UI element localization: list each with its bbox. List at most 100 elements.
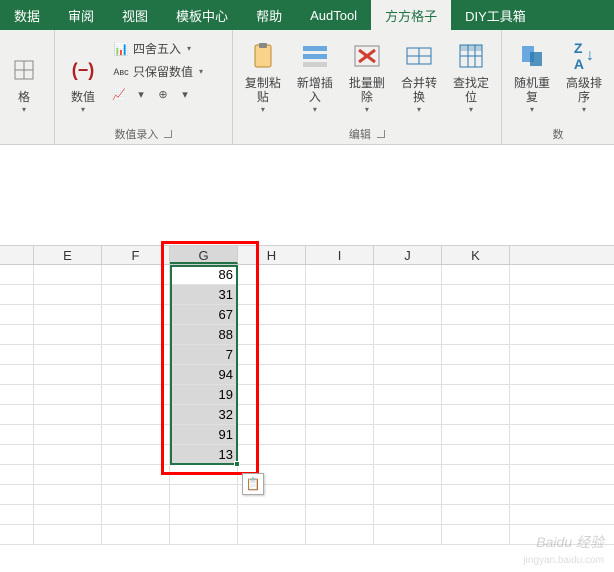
cell[interactable] [374, 265, 442, 284]
cell[interactable] [374, 445, 442, 464]
cell[interactable]: 13 [170, 445, 238, 464]
cell[interactable]: 88 [170, 325, 238, 344]
cell[interactable] [0, 425, 34, 444]
cell[interactable] [374, 525, 442, 544]
cell[interactable]: 19 [170, 385, 238, 404]
stats-icon[interactable]: 📈 [111, 86, 127, 102]
adv-sort-button[interactable]: ZA↓ 高级排 序 ▾ [560, 36, 608, 118]
cell[interactable]: 67 [170, 305, 238, 324]
cell[interactable] [442, 525, 510, 544]
copy-paste-button[interactable]: 复制粘 贴 ▾ [239, 36, 287, 118]
more-icon[interactable]: ▾ [177, 86, 193, 102]
cell[interactable] [374, 505, 442, 524]
cell[interactable] [34, 285, 102, 304]
cell[interactable] [510, 505, 614, 524]
dialog-launcher-icon[interactable] [164, 130, 172, 138]
cell[interactable] [238, 365, 306, 384]
cell[interactable] [306, 445, 374, 464]
merge-convert-button[interactable]: 合并转 换 ▾ [395, 36, 443, 118]
cell[interactable] [0, 345, 34, 364]
find-locate-button[interactable]: 查找定 位 ▾ [447, 36, 495, 118]
cell[interactable] [442, 285, 510, 304]
cell[interactable] [0, 505, 34, 524]
cell[interactable] [102, 525, 170, 544]
cell[interactable] [510, 405, 614, 424]
cell[interactable] [0, 265, 34, 284]
cell[interactable] [238, 345, 306, 364]
cell[interactable] [34, 405, 102, 424]
cell[interactable] [374, 285, 442, 304]
cell[interactable] [238, 385, 306, 404]
cell[interactable] [102, 385, 170, 404]
cell[interactable] [34, 325, 102, 344]
cell[interactable] [34, 525, 102, 544]
cell[interactable] [102, 365, 170, 384]
round-button[interactable]: 📊 四舍五入 ▾ [109, 38, 226, 59]
cell[interactable] [0, 445, 34, 464]
cell[interactable] [34, 305, 102, 324]
filter-icon[interactable]: ▾ [133, 86, 149, 102]
cell[interactable] [34, 445, 102, 464]
cell[interactable] [34, 345, 102, 364]
cell[interactable] [442, 325, 510, 344]
cell[interactable] [306, 385, 374, 404]
tab-fangfang[interactable]: 方方格子 [371, 0, 451, 30]
cell[interactable] [306, 485, 374, 504]
cell[interactable] [306, 525, 374, 544]
cell[interactable] [238, 425, 306, 444]
insert-button[interactable]: 新增插 入 ▾ [291, 36, 339, 118]
col-header-k[interactable]: K [442, 246, 510, 264]
cell[interactable] [442, 345, 510, 364]
cell[interactable] [34, 505, 102, 524]
cell[interactable]: 86 [170, 265, 238, 284]
cell[interactable] [306, 285, 374, 304]
cell[interactable] [238, 305, 306, 324]
cell[interactable] [34, 485, 102, 504]
cell[interactable] [306, 345, 374, 364]
cell[interactable] [510, 485, 614, 504]
batch-delete-button[interactable]: 批量删 除 ▾ [343, 36, 391, 118]
col-header-overflow[interactable] [510, 246, 614, 264]
cell[interactable] [0, 485, 34, 504]
cell[interactable] [510, 345, 614, 364]
col-header-i[interactable]: I [306, 246, 374, 264]
cell[interactable] [102, 265, 170, 284]
cell[interactable] [510, 425, 614, 444]
cell[interactable] [510, 365, 614, 384]
cell[interactable] [34, 425, 102, 444]
cell[interactable] [306, 425, 374, 444]
cell[interactable] [0, 325, 34, 344]
cell[interactable] [442, 305, 510, 324]
cell[interactable] [102, 465, 170, 484]
cell[interactable] [238, 285, 306, 304]
cell[interactable] [510, 465, 614, 484]
cell[interactable] [442, 405, 510, 424]
cell[interactable] [102, 445, 170, 464]
cell[interactable] [102, 345, 170, 364]
cell[interactable] [0, 365, 34, 384]
paste-options-button[interactable]: 📋 [242, 473, 264, 495]
cell[interactable] [306, 465, 374, 484]
tab-template-center[interactable]: 模板中心 [162, 0, 242, 30]
cell[interactable] [510, 385, 614, 404]
cell[interactable] [442, 505, 510, 524]
cell[interactable] [374, 425, 442, 444]
tab-review[interactable]: 审阅 [54, 0, 108, 30]
cell[interactable] [442, 425, 510, 444]
cell[interactable] [510, 265, 614, 284]
numeric-value-button[interactable]: (−) 数值 ▾ [61, 36, 105, 118]
col-header-f[interactable]: F [102, 246, 170, 264]
cell[interactable] [442, 385, 510, 404]
cell[interactable]: 32 [170, 405, 238, 424]
cell[interactable] [238, 445, 306, 464]
cell[interactable] [306, 505, 374, 524]
cell[interactable] [102, 325, 170, 344]
cell[interactable] [102, 305, 170, 324]
cell[interactable] [510, 285, 614, 304]
cell[interactable] [102, 425, 170, 444]
tab-view[interactable]: 视图 [108, 0, 162, 30]
random-dup-button[interactable]: 随机重 复 ▾ [508, 36, 556, 118]
cell[interactable] [374, 485, 442, 504]
cell[interactable] [34, 365, 102, 384]
cell[interactable] [0, 465, 34, 484]
